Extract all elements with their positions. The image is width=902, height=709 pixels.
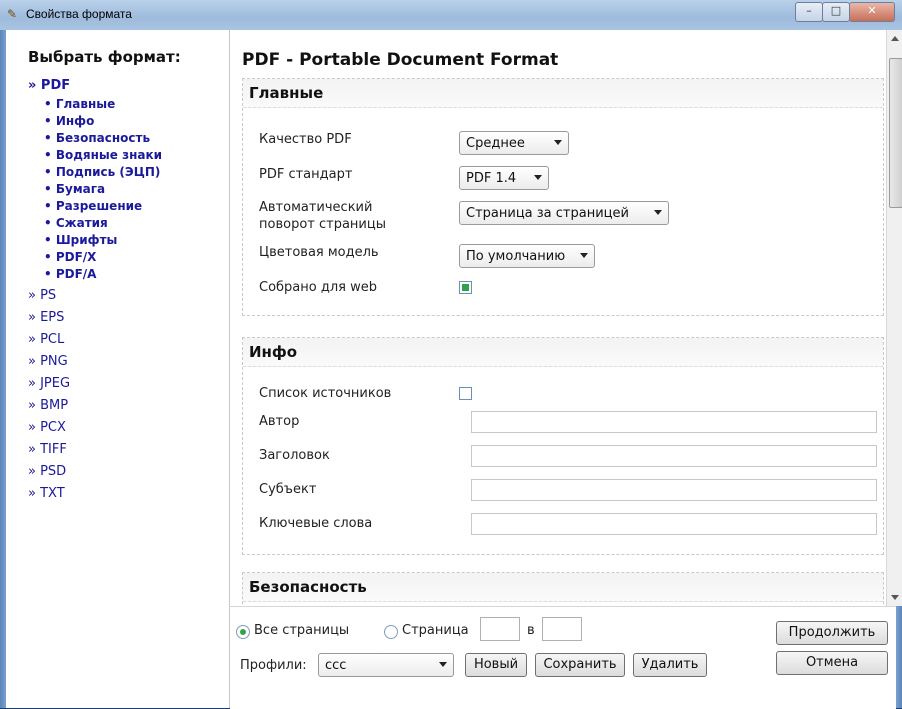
save-profile-button[interactable]: Сохранить (535, 653, 625, 677)
delete-profile-button[interactable]: Удалить (633, 653, 707, 677)
format-properties-window: ✎ Свойства формата – □ ✕ Выбрать формат:… (0, 0, 902, 709)
scrollbar-thumb[interactable] (889, 58, 902, 208)
sidebar-item-fonts[interactable]: • Шрифты (44, 233, 117, 247)
subject-label: Субъект (259, 482, 317, 497)
profile-select[interactable]: ccc (318, 653, 454, 677)
standard-label: PDF стандарт (259, 167, 353, 182)
web-optimized-checkbox[interactable] (459, 281, 472, 294)
page-in-label: в (527, 623, 535, 638)
scroll-down-icon[interactable] (891, 595, 899, 600)
sidebar-item-info[interactable]: • Инфо (44, 114, 94, 128)
scroll-up-icon[interactable] (891, 36, 899, 41)
sidebar-item-watermarks[interactable]: • Водяные знаки (44, 148, 162, 162)
page-from-field[interactable] (480, 617, 520, 641)
chevron-down-icon (654, 210, 662, 215)
title-bar: ✎ Свойства формата – □ ✕ (0, 0, 902, 31)
close-button[interactable]: ✕ (849, 2, 895, 22)
properties-icon: ✎ (7, 7, 18, 21)
format-link-eps[interactable]: » EPS (28, 310, 64, 325)
section-title-info: Инфо (249, 343, 298, 361)
sidebar-item-signature[interactable]: • Подпись (ЭЦП) (44, 165, 160, 179)
author-field[interactable] (471, 411, 877, 433)
section-header: Главные (243, 79, 883, 108)
chevron-down-icon (554, 140, 562, 145)
page-range-radio[interactable] (384, 625, 398, 639)
bottom-bar: Все страницы Страница в Профили: ccc Нов… (230, 606, 896, 709)
minimize-button[interactable]: – (795, 2, 823, 22)
color-model-value: По умолчанию (466, 249, 566, 264)
continue-button[interactable]: Продолжить (776, 621, 888, 645)
sources-list-checkbox[interactable] (459, 387, 472, 400)
quality-label: Качество PDF (259, 132, 352, 147)
auto-rotate-select[interactable]: Страница за страницей (459, 201, 669, 225)
new-profile-button[interactable]: Новый (465, 653, 527, 677)
author-label: Автор (259, 414, 300, 429)
section-header: Инфо (243, 338, 883, 367)
format-link-jpeg[interactable]: » JPEG (28, 376, 70, 391)
all-pages-radio[interactable] (236, 625, 250, 639)
profile-value: ccc (325, 658, 347, 673)
sidebar-item-security[interactable]: • Безопасность (44, 131, 150, 145)
auto-rotate-value: Страница за страницей (466, 206, 629, 221)
web-optimized-label: Собрано для web (259, 280, 377, 295)
format-link-bmp[interactable]: » BMP (28, 398, 68, 413)
format-link-txt[interactable]: » TXT (28, 486, 65, 501)
quality-value: Среднее (466, 136, 525, 151)
sources-list-label: Список источников (259, 386, 392, 401)
section-title-general: Главные (249, 84, 324, 102)
settings-panel: PDF - Portable Document Format Главные К… (230, 30, 886, 614)
sidebar-item-resolution[interactable]: • Разрешение (44, 199, 142, 213)
format-sidebar: Выбрать формат: » PDF • Главные • Инфо •… (6, 30, 230, 708)
format-link-pcx[interactable]: » PCX (28, 420, 66, 435)
format-link-png[interactable]: » PNG (28, 354, 68, 369)
format-link-pcl[interactable]: » PCL (28, 332, 64, 347)
sidebar-item-pdfx[interactable]: • PDF/X (44, 250, 96, 264)
section-general: Главные Качество PDF Среднее PDF стандар… (242, 78, 884, 316)
window-title: Свойства формата (26, 7, 132, 21)
section-header: Безопасность (243, 573, 883, 602)
auto-rotate-label-line1: Автоматический (259, 200, 373, 215)
format-link-ps[interactable]: » PS (28, 288, 56, 303)
color-model-label: Цветовая модель (259, 245, 379, 260)
sidebar-item-pdfa[interactable]: • PDF/A (44, 267, 96, 281)
subject-field[interactable] (471, 479, 877, 501)
standard-select[interactable]: PDF 1.4 (459, 166, 549, 190)
page-title: PDF - Portable Document Format (242, 50, 559, 70)
color-model-select[interactable]: По умолчанию (459, 244, 595, 268)
sidebar-heading: Выбрать формат: (28, 48, 181, 66)
sidebar-item-general[interactable]: • Главные (44, 97, 115, 111)
quality-select[interactable]: Среднее (459, 131, 569, 155)
format-link-pdf[interactable]: » PDF (28, 78, 70, 93)
cancel-button[interactable]: Отмена (776, 651, 888, 675)
vertical-scrollbar[interactable] (886, 30, 902, 606)
chevron-down-icon (580, 253, 588, 258)
doc-title-label: Заголовок (259, 448, 330, 463)
sidebar-item-paper[interactable]: • Бумага (44, 182, 105, 196)
format-link-psd[interactable]: » PSD (28, 464, 66, 479)
keywords-field[interactable] (471, 513, 877, 535)
auto-rotate-label-line2: поворот страницы (259, 217, 386, 232)
section-title-security: Безопасность (249, 578, 367, 596)
profiles-label: Профили: (240, 658, 307, 673)
chevron-down-icon (534, 175, 542, 180)
format-link-tiff[interactable]: » TIFF (28, 442, 67, 457)
page-to-field[interactable] (542, 617, 582, 641)
all-pages-label: Все страницы (254, 623, 350, 638)
section-info: Инфо Список источников Автор Заголовок С… (242, 337, 884, 555)
chevron-down-icon (439, 662, 447, 667)
page-range-label: Страница (402, 623, 469, 638)
maximize-button[interactable]: □ (822, 2, 850, 22)
sidebar-item-compression[interactable]: • Сжатия (44, 216, 108, 230)
standard-value: PDF 1.4 (466, 171, 517, 186)
doc-title-field[interactable] (471, 445, 877, 467)
keywords-label: Ключевые слова (259, 516, 373, 531)
